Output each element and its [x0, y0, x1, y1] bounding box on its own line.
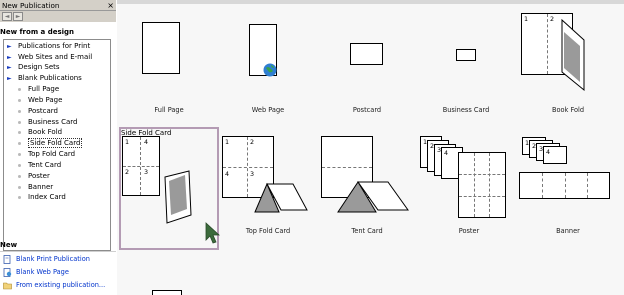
- fold-line: [474, 153, 475, 217]
- close-icon[interactable]: ×: [107, 0, 114, 11]
- task-pane-nav: ◄ ►: [0, 11, 116, 22]
- task-pane: New Publication × ◄ ► New from a design …: [0, 0, 116, 295]
- book-fold-flap: [561, 18, 585, 92]
- tent-card-illustration: [337, 181, 409, 213]
- bullet-icon: [18, 142, 21, 145]
- business-card-thumbnail: [456, 49, 476, 61]
- tile-caption: Tent Card: [351, 227, 383, 235]
- publication-type-tree: ► Publications for Print ► Web Sites and…: [3, 39, 111, 251]
- new-from-design-heading: New from a design: [0, 28, 75, 36]
- fold-line: [459, 174, 505, 175]
- tent-fold-illustration: [254, 182, 308, 213]
- page-number: 3: [144, 168, 149, 176]
- bullet-icon: [18, 87, 21, 91]
- bullet-icon: [18, 174, 21, 178]
- bullet-icon: [18, 109, 21, 113]
- page-number: 1: [225, 138, 230, 146]
- fold-line: [565, 173, 566, 198]
- tile-caption: Web Page: [251, 106, 285, 114]
- back-arrow-icon[interactable]: ◄: [2, 12, 12, 21]
- tile-poster[interactable]: 1 2 3 4 Poster: [417, 130, 521, 242]
- page-number: 1: [125, 138, 130, 146]
- tile-top-fold-card[interactable]: 1 2 4 3 Top Fold Card: [219, 130, 317, 242]
- tile-caption: Full Page: [154, 106, 184, 114]
- page-number: 1: [524, 15, 529, 23]
- banner-sheet: 4: [543, 146, 567, 164]
- page-number: 2: [125, 168, 130, 176]
- poster-assembled: [458, 152, 506, 218]
- bullet-icon: [18, 131, 21, 134]
- mouse-cursor-icon: [205, 222, 221, 244]
- fold-line: [223, 167, 273, 168]
- forward-arrow-icon[interactable]: ►: [13, 12, 23, 21]
- task-pane-body: New from a design ► Publications for Pri…: [0, 22, 116, 295]
- bullet-icon: [18, 196, 21, 199]
- page-number: 2: [250, 138, 255, 146]
- page-number: 4: [225, 170, 230, 178]
- bullet-icon: [18, 163, 21, 167]
- gallery-top-edge: [117, 0, 624, 4]
- task-pane-title-bar: New Publication ×: [0, 0, 116, 11]
- blank-print-icon: [3, 255, 11, 264]
- fold-line: [587, 173, 588, 198]
- triangle-right-icon: ►: [7, 53, 12, 61]
- tile-caption: Business Card: [442, 106, 490, 114]
- bullet-icon: [18, 153, 21, 156]
- fold-line: [123, 166, 159, 167]
- tile-side-fold-card[interactable]: 1 4 2 3 Side Fold Card: [119, 127, 219, 250]
- fold-line: [547, 14, 548, 74]
- fold-line: [140, 137, 141, 195]
- blank-web-icon: [3, 268, 12, 277]
- tile-caption: Postcard: [352, 106, 382, 114]
- tile-caption: Top Fold Card: [245, 227, 291, 235]
- fold-line: [459, 196, 505, 197]
- fold-line: [322, 167, 372, 168]
- banner-assembled: [519, 172, 610, 199]
- tile-book-fold[interactable]: 1 2 Book Fold: [516, 10, 620, 122]
- fold-line: [489, 153, 490, 217]
- tile-postcard[interactable]: Postcard: [318, 10, 416, 122]
- page-number: 4: [144, 138, 149, 146]
- triangle-right-icon: ►: [7, 64, 12, 71]
- bullet-icon: [18, 98, 21, 102]
- tile-caption: Banner: [556, 227, 580, 235]
- full-page-thumbnail: [142, 22, 180, 74]
- tile-tent-card[interactable]: Tent Card: [318, 130, 416, 242]
- fold-line: [542, 173, 543, 198]
- new-heading: New: [0, 241, 18, 249]
- triangle-down-icon: ►: [7, 74, 12, 82]
- side-fold-card-thumbnail: 1 4 2 3: [122, 136, 160, 196]
- task-pane-title: New Publication: [2, 1, 60, 10]
- page-number: 2: [550, 15, 555, 23]
- page-number: 4: [444, 149, 449, 157]
- index-card-thumbnail-partial[interactable]: [152, 290, 182, 295]
- globe-icon: [263, 63, 277, 77]
- side-fold-flap: [164, 170, 192, 224]
- postcard-thumbnail: [350, 43, 383, 65]
- bullet-icon: [18, 120, 21, 124]
- existing-publication-icon: [3, 282, 12, 290]
- tile-caption: Poster: [458, 227, 480, 235]
- divider: [0, 251, 116, 252]
- tile-business-card[interactable]: Business Card: [417, 10, 515, 122]
- fold-line: [247, 137, 248, 197]
- page-number: 3: [250, 170, 255, 178]
- bullet-icon: [18, 185, 21, 189]
- tile-full-page[interactable]: Full Page: [120, 10, 218, 122]
- tile-banner[interactable]: 1 2 3 4 Banner: [516, 130, 620, 242]
- triangle-right-icon: ►: [7, 43, 12, 50]
- tile-caption: Book Fold: [551, 106, 585, 114]
- tile-web-page[interactable]: Web Page: [219, 10, 317, 122]
- page-number: 4: [546, 148, 551, 156]
